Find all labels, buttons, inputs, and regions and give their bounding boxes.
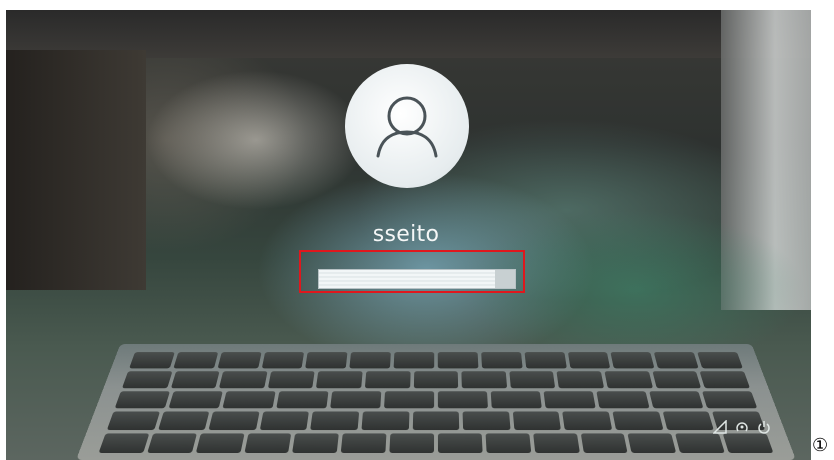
annotation-highlight-box [299,250,525,293]
power-icon[interactable] [757,420,771,438]
background-object [146,70,366,210]
laptop-keyboard [76,343,796,460]
ease-of-access-icon[interactable] [735,420,749,438]
background-shelf-left [6,50,146,290]
network-icon[interactable] [712,419,727,438]
username-label: sseito [372,222,440,247]
login-screen-photo: sseito [6,10,811,460]
annotation-marker: ① [812,435,829,456]
user-avatar [345,64,469,188]
user-icon [376,96,438,158]
system-tray [712,419,771,438]
